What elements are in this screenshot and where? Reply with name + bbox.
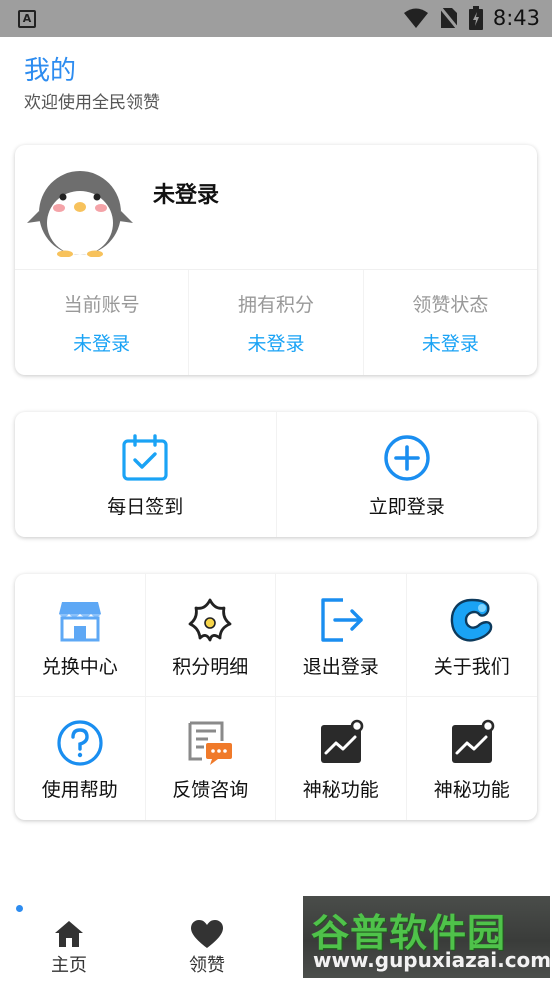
feature-grid: 兑换中心 积分明细 退出登录 关于我们 使用帮助 反馈咨询 神秘功能 神秘功能: [15, 574, 537, 820]
app-logo-icon: [450, 598, 492, 642]
stat-label: 当前账号: [63, 294, 140, 316]
feedback-button[interactable]: 反馈咨询: [146, 697, 276, 820]
no-sim-icon: [438, 6, 459, 30]
penguin-avatar[interactable]: [25, 161, 135, 257]
grid-label: 使用帮助: [41, 779, 118, 801]
stat-account: 当前账号 未登录: [15, 270, 188, 375]
nav-label: 领赞: [189, 955, 225, 976]
exchange-center-button[interactable]: 兑换中心: [15, 574, 146, 697]
grid-label: 退出登录: [302, 656, 379, 678]
page-title: 我的: [24, 56, 77, 86]
quick-actions-card: 每日签到 立即登录: [15, 412, 537, 537]
star-flower-icon: [188, 598, 232, 642]
watermark-logo: 谷普软件园 www.gupuxiazai.com: [303, 896, 550, 978]
feedback-icon: [188, 721, 233, 765]
logout-icon: [321, 598, 363, 642]
page-subtitle: 欢迎使用全民领赞: [24, 93, 160, 113]
grid-label: 兑换中心: [41, 656, 118, 678]
help-circle-icon: [57, 720, 103, 766]
status-icons: 8:43: [403, 6, 540, 30]
heart-icon: [191, 920, 223, 948]
logout-button[interactable]: 退出登录: [276, 574, 407, 697]
nav-home[interactable]: 主页: [0, 905, 138, 983]
status-bar: A 8:43: [0, 0, 552, 37]
stat-points: 拥有积分 未登录: [188, 270, 362, 375]
grid-label: 关于我们: [433, 656, 510, 678]
plus-circle-icon: [384, 435, 430, 481]
nav-label: 主页: [51, 955, 87, 976]
stat-value: 未登录: [73, 333, 131, 355]
nav-like[interactable]: 领赞: [138, 905, 276, 983]
home-icon: [55, 921, 83, 947]
daily-checkin-label: 每日签到: [107, 496, 184, 518]
login-now-label: 立即登录: [368, 496, 445, 518]
stat-value: 未登录: [247, 333, 305, 355]
mystery-feature-button[interactable]: 神秘功能: [407, 697, 538, 820]
app-notification-icon: A: [18, 10, 36, 28]
daily-checkin-button[interactable]: 每日签到: [15, 412, 276, 537]
clock: 8:43: [492, 6, 540, 30]
active-indicator: [16, 905, 23, 912]
wifi-icon: [403, 8, 428, 28]
account-stats: 当前账号 未登录 拥有积分 未登录 领赞状态 未登录: [15, 269, 537, 375]
grid-label: 神秘功能: [302, 779, 379, 801]
grid-label: 积分明细: [172, 656, 249, 678]
grid-label: 反馈咨询: [172, 779, 249, 801]
help-button[interactable]: 使用帮助: [15, 697, 146, 820]
stat-label: 拥有积分: [237, 294, 314, 316]
about-us-button[interactable]: 关于我们: [406, 574, 537, 697]
stat-like-status: 领赞状态 未登录: [362, 270, 537, 375]
watermark-url: www.gupuxiazai.com: [313, 948, 550, 972]
calendar-check-icon: [122, 434, 168, 481]
chart-line-icon: [320, 719, 364, 763]
chart-line-icon: [451, 719, 495, 763]
stat-value: 未登录: [421, 333, 479, 355]
mystery-feature-button[interactable]: 神秘功能: [276, 697, 407, 820]
login-now-button[interactable]: 立即登录: [275, 412, 538, 537]
grid-label: 神秘功能: [433, 779, 510, 801]
store-icon: [58, 602, 101, 642]
user-name[interactable]: 未登录: [153, 177, 219, 209]
battery-charging-icon: [468, 6, 483, 30]
stat-label: 领赞状态: [412, 294, 489, 316]
profile-card: 未登录 当前账号 未登录 拥有积分 未登录 领赞状态 未登录: [15, 145, 537, 375]
points-detail-button[interactable]: 积分明细: [145, 574, 276, 697]
